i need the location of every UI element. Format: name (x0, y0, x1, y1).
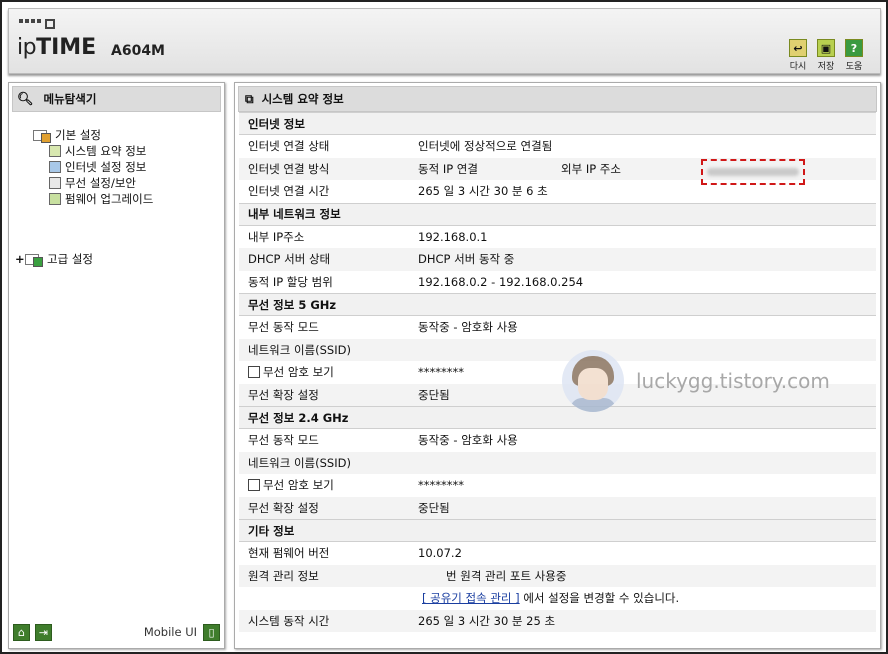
home-icon: ⌂ (18, 625, 25, 639)
table-row: 인터넷 연결 상태 인터넷에 정상적으로 연결됨 (248, 139, 553, 154)
table-row: 시스템 동작 시간 265 일 3 시간 30 분 25 초 (239, 609, 876, 632)
table-row: 네트워크 이름(SSID) (239, 451, 876, 474)
checkbox[interactable] (248, 479, 260, 492)
section-lan: 내부 네트워크 정보 (239, 202, 876, 226)
save-button[interactable]: ▣ 저장 (816, 39, 836, 72)
menu-tree: 기본 설정 시스템 요약 정보 인터넷 설정 정보 무선 설정/보안 펌웨어 업… (15, 127, 153, 267)
tree-advanced-settings[interactable]: + 고급 설정 (15, 251, 153, 267)
mobile-ui-button[interactable]: ▯ (203, 623, 220, 641)
checkbox[interactable] (248, 366, 260, 379)
brand-logo: ipTIME (17, 35, 97, 60)
table-row: 원격 관리 정보 번 원격 관리 포트 사용중 (239, 564, 876, 587)
save-icon: ▣ (817, 39, 835, 57)
table-row: [ 공유기 접속 관리 ] 에서 설정을 변경할 수 있습니다. (422, 591, 680, 606)
home-button[interactable]: ⌂ (13, 623, 30, 641)
model-name: A604M (111, 43, 165, 59)
table-row: 무선 확장 설정 중단됨 (239, 383, 876, 406)
tree-basic-settings[interactable]: 기본 설정 (33, 127, 153, 143)
main-panel: ⧉ 시스템 요약 정보 인터넷 정보 인터넷 연결 상태 인터넷에 정상적으로 … (234, 82, 881, 649)
monitor-icon (49, 161, 61, 173)
tree-item-wireless-security[interactable]: 무선 설정/보안 (49, 175, 153, 191)
toolbar: ↩ 다시 ▣ 저장 ? 도움 (788, 39, 864, 72)
help-button[interactable]: ? 도움 (844, 39, 864, 72)
mobile-ui-label[interactable]: Mobile UI (144, 625, 197, 639)
app-frame: ipTIME A604M ↩ 다시 ▣ 저장 ? 도움 🔍︎ 메뉴탐색기 기본 … (0, 0, 888, 654)
expand-icon[interactable]: + (15, 252, 25, 266)
folder-icon (33, 129, 51, 143)
show-password-toggle-5ghz[interactable]: 무선 암호 보기 (248, 364, 334, 380)
logout-icon: ⇥ (38, 625, 49, 639)
logo-mark (19, 19, 55, 29)
tree-item-system-summary[interactable]: 시스템 요약 정보 (49, 143, 153, 159)
mobile-icon: ▯ (208, 625, 215, 639)
copy-icon: ⧉ (245, 91, 254, 106)
menu-explorer: 🔍︎ 메뉴탐색기 기본 설정 시스템 요약 정보 인터넷 설정 정보 무선 설정… (8, 82, 225, 649)
summary-table: 인터넷 정보 인터넷 연결 상태 인터넷에 정상적으로 연결됨 인터넷 연결 방… (239, 112, 876, 632)
refresh-button[interactable]: ↩ 다시 (788, 39, 808, 72)
show-password-toggle-24ghz[interactable]: 무선 암호 보기 (248, 477, 334, 493)
page-title: 시스템 요약 정보 (261, 92, 344, 106)
refresh-icon: ↩ (789, 39, 807, 57)
wireless-icon (49, 177, 61, 189)
upgrade-icon (49, 193, 61, 205)
tree-item-internet-settings[interactable]: 인터넷 설정 정보 (49, 159, 153, 175)
table-row: 무선 암호 보기 ******** (239, 361, 876, 384)
logout-button[interactable]: ⇥ (35, 623, 52, 641)
router-access-link[interactable]: [ 공유기 접속 관리 ] (422, 591, 520, 605)
folder-icon (25, 253, 43, 267)
tree-item-firmware-upgrade[interactable]: 펌웨어 업그레이드 (49, 191, 153, 207)
menu-explorer-header: 🔍︎ 메뉴탐색기 (12, 86, 221, 112)
section-internet: 인터넷 정보 (239, 112, 876, 135)
sidebar-footer: ⌂ ⇥ Mobile UI ▯ (13, 622, 220, 642)
table-row: 무선 확장 설정 중단됨 (239, 496, 876, 519)
table-row: DHCP 서버 상태 DHCP 서버 동작 중 (239, 248, 876, 271)
table-row: 인터넷 연결 방식 동적 IP 연결 외부 IP 주소 (239, 157, 876, 185)
table-row: 무선 암호 보기 ******** (239, 474, 876, 497)
menu-explorer-title: 메뉴탐색기 (43, 92, 97, 106)
table-row: 현재 펌웨어 버전 10.07.2 (248, 546, 462, 561)
table-row: 인터넷 연결 시간 265 일 3 시간 30 분 6 초 (248, 184, 548, 199)
table-row: 내부 IP주소 192.168.0.1 (248, 229, 488, 244)
header-bar: ipTIME A604M ↩ 다시 ▣ 저장 ? 도움 (8, 8, 881, 74)
table-row: 네트워크 이름(SSID) (239, 338, 876, 361)
table-row: 무선 동작 모드 동작중 - 암호화 사용 (248, 320, 518, 335)
section-wireless-24ghz: 무선 정보 2.4 GHz (239, 406, 876, 429)
section-etc: 기타 정보 (239, 519, 876, 542)
section-wireless-5ghz: 무선 정보 5 GHz (239, 293, 876, 316)
search-icon: 🔍︎ (17, 91, 34, 107)
table-row: 무선 동작 모드 동작중 - 암호화 사용 (248, 433, 518, 448)
help-icon: ? (845, 39, 863, 57)
chart-icon (49, 145, 61, 157)
main-panel-header: ⧉ 시스템 요약 정보 (238, 86, 877, 112)
table-row: 동적 IP 할당 범위 192.168.0.2 - 192.168.0.254 (248, 274, 584, 289)
